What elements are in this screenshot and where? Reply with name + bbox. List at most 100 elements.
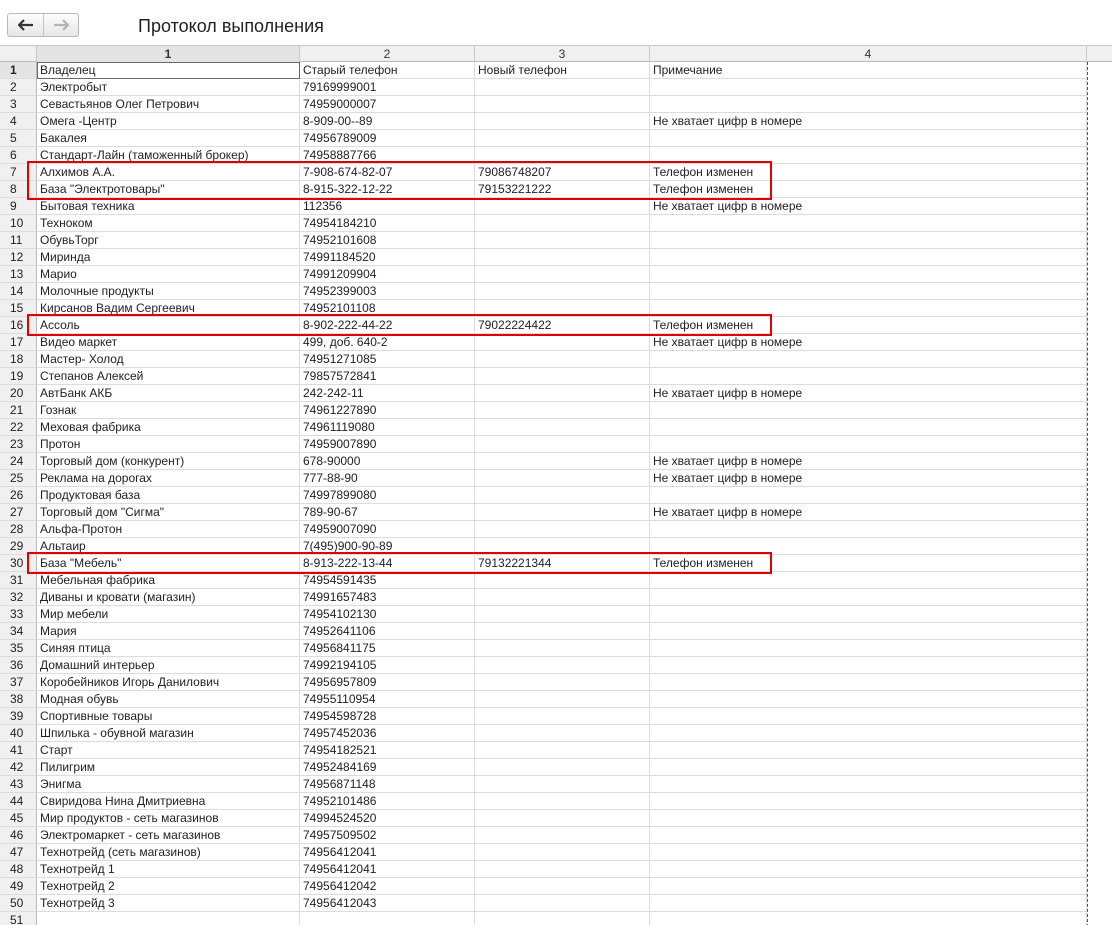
cell-old-phone[interactable] xyxy=(300,912,475,925)
cell-note[interactable] xyxy=(650,674,1087,691)
cell-owner[interactable]: Пилигрим xyxy=(37,759,300,776)
cell-new-phone[interactable] xyxy=(475,385,650,402)
cell-note[interactable] xyxy=(650,147,1087,164)
cell-owner[interactable]: Технотрейд (сеть магазинов) xyxy=(37,844,300,861)
table-row[interactable]: 38 Модная обувь 74955110954 xyxy=(0,691,1112,708)
table-row[interactable]: 12 Миринда 74991184520 xyxy=(0,249,1112,266)
cell-new-phone[interactable] xyxy=(475,113,650,130)
table-row[interactable]: 3 Севастьянов Олег Петрович 74959000007 xyxy=(0,96,1112,113)
cell-old-phone[interactable]: 74954591435 xyxy=(300,572,475,589)
row-number[interactable]: 24 xyxy=(0,453,37,470)
cell-owner[interactable]: Свиридова Нина Дмитриевна xyxy=(37,793,300,810)
row-number[interactable]: 20 xyxy=(0,385,37,402)
row-number[interactable]: 50 xyxy=(0,895,37,912)
row-number[interactable]: 19 xyxy=(0,368,37,385)
cell-old-phone[interactable]: 74954598728 xyxy=(300,708,475,725)
cell-new-phone[interactable] xyxy=(475,402,650,419)
cell-owner[interactable]: Протон xyxy=(37,436,300,453)
cell-old-phone[interactable]: 74991184520 xyxy=(300,249,475,266)
cell-old-phone[interactable]: 74991209904 xyxy=(300,266,475,283)
row-number[interactable]: 5 xyxy=(0,130,37,147)
cell-old-phone[interactable]: 499, доб. 640-2 xyxy=(300,334,475,351)
cell-note[interactable] xyxy=(650,844,1087,861)
row-number[interactable]: 29 xyxy=(0,538,37,555)
table-row[interactable]: 35 Синяя птица 74956841175 xyxy=(0,640,1112,657)
row-number[interactable]: 35 xyxy=(0,640,37,657)
table-row[interactable]: 6 Стандарт-Лайн (таможенный брокер) 749588… xyxy=(0,147,1112,164)
table-row[interactable]: 28 Альфа-Протон 74959007090 xyxy=(0,521,1112,538)
cell-note[interactable] xyxy=(650,878,1087,895)
cell-old-phone[interactable]: 74952399003 xyxy=(300,283,475,300)
cell-owner[interactable]: Шпилька - обувной магазин xyxy=(37,725,300,742)
cell-note[interactable]: Не хватает цифр в номере xyxy=(650,453,1087,470)
cell-old-phone[interactable]: 74952101608 xyxy=(300,232,475,249)
cell-owner[interactable]: Севастьянов Олег Петрович xyxy=(37,96,300,113)
cell-old-phone[interactable]: 74959007090 xyxy=(300,521,475,538)
table-row[interactable]: 46 Электромаркет - сеть магазинов 74957509… xyxy=(0,827,1112,844)
cell-owner[interactable]: Модная обувь xyxy=(37,691,300,708)
table-row[interactable]: 14 Молочные продукты 74952399003 xyxy=(0,283,1112,300)
cell-new-phone[interactable] xyxy=(475,742,650,759)
cell-owner[interactable]: Реклама на дорогах xyxy=(37,470,300,487)
cell-new-phone[interactable] xyxy=(475,283,650,300)
row-number[interactable]: 4 xyxy=(0,113,37,130)
row-number[interactable]: 18 xyxy=(0,351,37,368)
cell-old-phone[interactable]: 7(495)900-90-89 xyxy=(300,538,475,555)
table-row[interactable]: 1 Владелец Старый телефон Новый телефон Прим… xyxy=(0,62,1112,79)
cell-owner[interactable]: Гознак xyxy=(37,402,300,419)
cell-old-phone[interactable]: 74955110954 xyxy=(300,691,475,708)
cell-owner[interactable]: Молочные продукты xyxy=(37,283,300,300)
cell-note[interactable] xyxy=(650,793,1087,810)
cell-new-phone[interactable] xyxy=(475,538,650,555)
cell-owner[interactable]: Марио xyxy=(37,266,300,283)
row-number[interactable]: 30 xyxy=(0,555,37,572)
cell-new-phone[interactable]: 79132221344 xyxy=(475,555,650,572)
table-row[interactable]: 9 Бытовая техника 112356 Не хватает цифр в … xyxy=(0,198,1112,215)
row-number[interactable]: 22 xyxy=(0,419,37,436)
row-number[interactable]: 44 xyxy=(0,793,37,810)
cell-note[interactable] xyxy=(650,232,1087,249)
cell-note[interactable] xyxy=(650,283,1087,300)
cell-note[interactable] xyxy=(650,589,1087,606)
cell-new-phone[interactable] xyxy=(475,79,650,96)
table-row[interactable]: 33 Мир мебели 74954102130 xyxy=(0,606,1112,623)
cell-new-phone[interactable] xyxy=(475,470,650,487)
cell-note[interactable] xyxy=(650,895,1087,912)
cell-old-phone[interactable]: 74956871148 xyxy=(300,776,475,793)
cell-new-phone[interactable]: Новый телефон xyxy=(475,62,650,79)
table-row[interactable]: 32 Диваны и кровати (магазин) 74991657483 xyxy=(0,589,1112,606)
cell-owner[interactable]: Мир мебели xyxy=(37,606,300,623)
cell-note[interactable] xyxy=(650,708,1087,725)
table-row[interactable]: 40 Шпилька - обувной магазин 74957452036 xyxy=(0,725,1112,742)
cell-new-phone[interactable] xyxy=(475,351,650,368)
row-number[interactable]: 27 xyxy=(0,504,37,521)
column-header-2[interactable]: 2 xyxy=(300,46,475,62)
cell-new-phone[interactable] xyxy=(475,147,650,164)
column-header-1[interactable]: 1 xyxy=(37,46,300,62)
cell-new-phone[interactable] xyxy=(475,589,650,606)
row-number[interactable]: 40 xyxy=(0,725,37,742)
cell-note[interactable] xyxy=(650,266,1087,283)
cell-old-phone[interactable]: 74954182521 xyxy=(300,742,475,759)
row-number[interactable]: 43 xyxy=(0,776,37,793)
cell-new-phone[interactable] xyxy=(475,130,650,147)
table-row[interactable]: 43 Энигма 74956871148 xyxy=(0,776,1112,793)
cell-note[interactable] xyxy=(650,538,1087,555)
table-row[interactable]: 19 Степанов Алексей 79857572841 xyxy=(0,368,1112,385)
row-number[interactable]: 36 xyxy=(0,657,37,674)
cell-old-phone[interactable]: 74957452036 xyxy=(300,725,475,742)
cell-owner[interactable]: Мария xyxy=(37,623,300,640)
cell-old-phone[interactable]: 8-902-222-44-22 xyxy=(300,317,475,334)
row-number[interactable]: 33 xyxy=(0,606,37,623)
back-button[interactable] xyxy=(8,14,44,36)
cell-owner[interactable]: Стандарт-Лайн (таможенный брокер) xyxy=(37,147,300,164)
cell-owner[interactable]: База "Электротовары" xyxy=(37,181,300,198)
cell-new-phone[interactable] xyxy=(475,861,650,878)
cell-note[interactable] xyxy=(650,487,1087,504)
row-number[interactable]: 3 xyxy=(0,96,37,113)
table-row[interactable]: 42 Пилигрим 74952484169 xyxy=(0,759,1112,776)
cell-note[interactable] xyxy=(650,130,1087,147)
cell-owner[interactable]: Электробыт xyxy=(37,79,300,96)
cell-old-phone[interactable]: 789-90-67 xyxy=(300,504,475,521)
cell-owner[interactable]: База "Мебель" xyxy=(37,555,300,572)
